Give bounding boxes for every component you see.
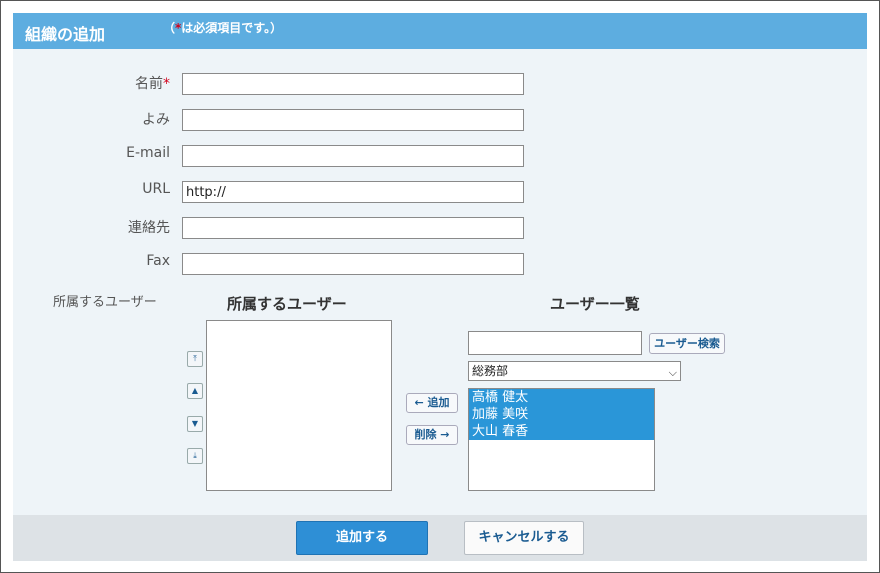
url-label-row: URL [13, 181, 170, 201]
page-title: 組織の追加 [25, 25, 106, 44]
url-input[interactable] [182, 181, 524, 203]
user-list-item[interactable]: 大山 春香 [469, 423, 654, 440]
name-required-mark: * [163, 76, 170, 92]
move-down-button[interactable]: ▼ [187, 416, 203, 432]
user-search-button[interactable]: ユーザー検索 [649, 333, 725, 354]
chevron-down-icon: ⌵ [668, 366, 677, 379]
form-panel: 名前* よみ E-mail URL 連絡先 Fax 所属するユーザー 所属するユ… [13, 49, 867, 515]
yomi-input[interactable] [182, 109, 524, 131]
group-select-value: 総務部 [472, 364, 509, 378]
user-search-input[interactable] [468, 331, 642, 355]
contact-label: 連絡先 [128, 220, 170, 236]
name-input[interactable] [182, 73, 524, 95]
name-label-row: 名前* [13, 73, 170, 93]
move-up-button[interactable]: ▲ [187, 383, 203, 399]
dialog-header: 組織の追加 （*は必須項目です。） [13, 13, 867, 49]
fax-label: Fax [146, 253, 170, 269]
required-note: （*は必須項目です。） [163, 19, 282, 36]
contact-input[interactable] [182, 217, 524, 239]
members-label: 所属するユーザー [53, 295, 157, 310]
move-bottom-button[interactable]: ⤓ [187, 448, 203, 464]
contact-label-row: 連絡先 [13, 217, 170, 237]
dialog-frame: 組織の追加 （*は必須項目です。） 名前* よみ E-mail URL 連絡先 … [0, 0, 880, 573]
fax-input[interactable] [182, 253, 524, 275]
dialog-footer: 追加する キャンセルする [13, 515, 867, 561]
cancel-button[interactable]: キャンセルする [464, 521, 584, 555]
email-label: E-mail [126, 145, 170, 161]
add-user-button[interactable]: ← 追加 [406, 393, 458, 413]
name-label: 名前* [135, 73, 170, 93]
name-label-text: 名前 [135, 76, 163, 92]
email-input[interactable] [182, 145, 524, 167]
email-label-row: E-mail [13, 145, 170, 165]
note-prefix: （ [163, 21, 176, 35]
selected-users-list[interactable] [206, 320, 392, 491]
url-label: URL [142, 181, 170, 197]
submit-button[interactable]: 追加する [296, 521, 428, 555]
available-users-list[interactable]: 高橋 健太 加藤 美咲 大山 春香 [468, 388, 655, 491]
move-top-button[interactable]: ⤒ [187, 351, 203, 367]
yomi-label: よみ [142, 112, 170, 128]
user-list-item[interactable]: 高橋 健太 [469, 389, 654, 406]
selected-users-title: 所属するユーザー [227, 295, 347, 313]
yomi-label-row: よみ [13, 109, 170, 129]
user-list-item[interactable]: 加藤 美咲 [469, 406, 654, 423]
group-select[interactable]: 総務部 ⌵ [468, 361, 681, 381]
fax-label-row: Fax [13, 253, 170, 273]
note-suffix: は必須項目です。） [181, 21, 283, 35]
remove-user-button[interactable]: 削除 → [406, 425, 458, 445]
user-list-title: ユーザー一覧 [550, 295, 640, 313]
